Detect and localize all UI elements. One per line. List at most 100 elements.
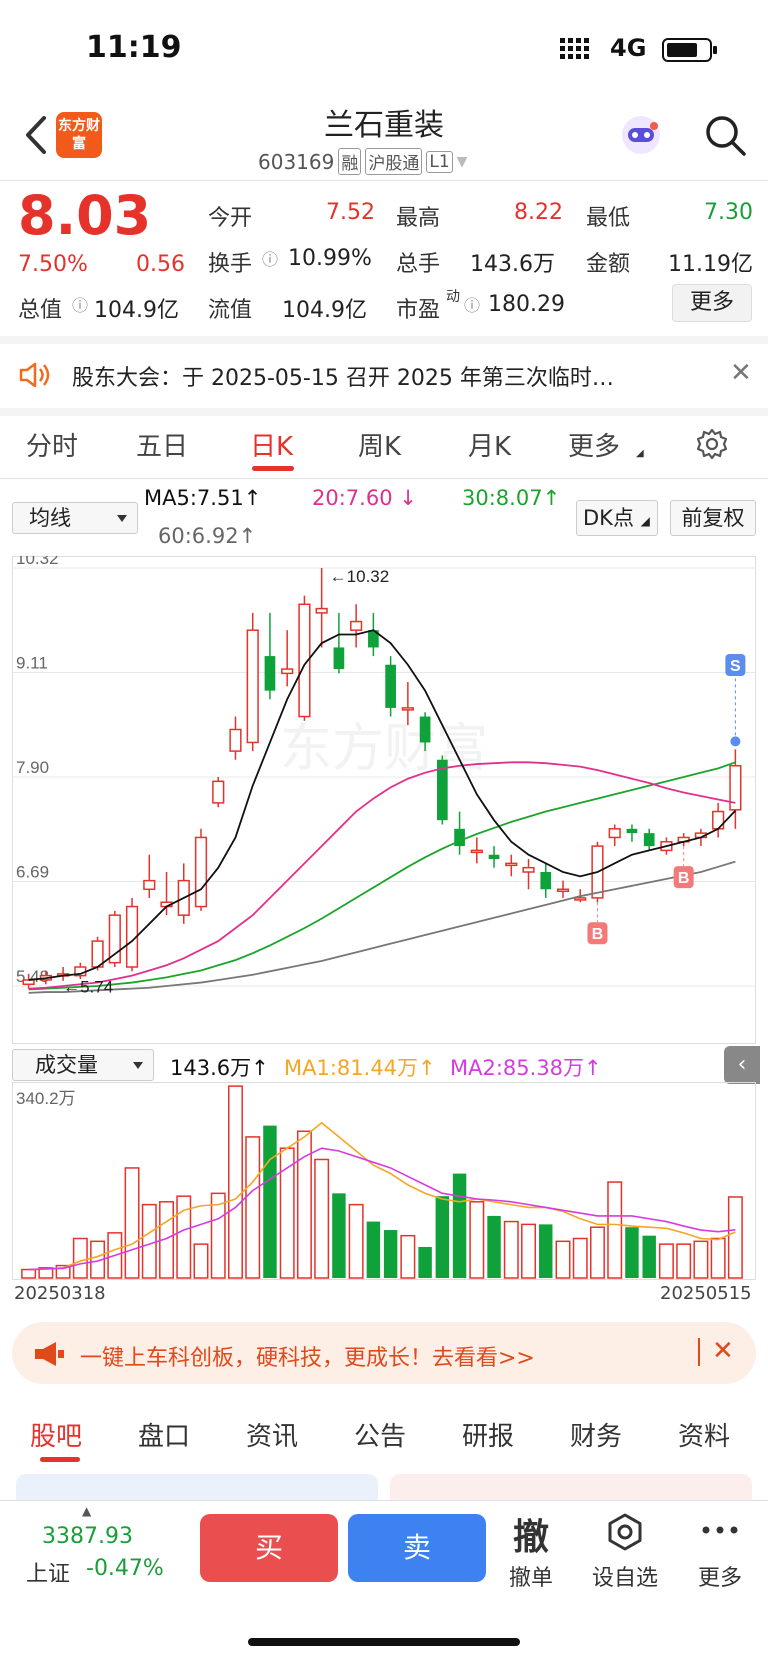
stat-value: 143.6万 xyxy=(470,252,555,277)
signal-icon xyxy=(560,38,589,59)
vol-ma2-value: MA2:85.38万↑ xyxy=(450,1056,602,1080)
y-tick-label: 6.69 xyxy=(16,863,49,882)
cancel-order-label[interactable]: 撤单 xyxy=(486,1560,576,1592)
price-adjust-button[interactable]: 前复权 xyxy=(670,500,756,536)
caret-icon: ◢ xyxy=(636,448,644,459)
dk-points-button[interactable]: DK点 ◢ xyxy=(576,500,658,536)
y-tick-label: 10.32 xyxy=(16,556,59,568)
volume-bar xyxy=(124,1167,140,1279)
volume-bar xyxy=(452,1173,467,1278)
volume-bar xyxy=(572,1237,588,1279)
index-value[interactable]: 3387.93 xyxy=(42,1524,133,1549)
candle-body xyxy=(264,656,276,691)
change-amount: 0.56 xyxy=(136,252,185,277)
stock-code: 603169 xyxy=(258,149,335,174)
kline-chart[interactable]: 10.329.117.906.695.48东方财富←10.32←5.74SBB xyxy=(12,556,756,1044)
more-dots-icon[interactable] xyxy=(700,1520,740,1540)
more-label[interactable]: 更多 xyxy=(675,1560,765,1592)
volume-bar xyxy=(693,1240,709,1279)
volume-bar xyxy=(245,1136,261,1279)
add-watchlist-label[interactable]: 设自选 xyxy=(580,1560,670,1592)
candle-body xyxy=(385,664,396,708)
close-icon[interactable]: ✕ xyxy=(730,358,752,388)
tab-announcements[interactable]: 公告 xyxy=(354,1416,406,1453)
buy-button[interactable]: 买 xyxy=(200,1514,338,1582)
tab-profile[interactable]: 资料 xyxy=(678,1416,730,1453)
chevron-down-icon[interactable]: ▼ xyxy=(457,154,468,170)
active-section-indicator xyxy=(40,1457,80,1462)
tab-news[interactable]: 资讯 xyxy=(246,1416,298,1453)
volume-chart[interactable]: 340.2万 xyxy=(12,1082,756,1280)
promo-text[interactable]: 一键上车科创板，硬科技，更成长！去看看>> xyxy=(80,1340,535,1372)
low-annotation: ←5.74 xyxy=(63,978,113,997)
tab-research[interactable]: 研报 xyxy=(462,1416,514,1453)
notice-text[interactable]: 股东大会：于 2025-05-15 召开 2025 年第三次临时… xyxy=(72,360,614,392)
settings-gear-icon[interactable] xyxy=(694,426,730,462)
tab-more[interactable]: 更多 xyxy=(568,426,620,463)
ma-indicator-select[interactable]: 均线 xyxy=(12,502,138,534)
volume-bar xyxy=(314,1158,330,1279)
volume-indicator-select[interactable]: 成交量 xyxy=(12,1049,154,1081)
tag-level: L1 xyxy=(426,150,453,173)
more-stats-button[interactable]: 更多 xyxy=(672,284,752,322)
volume-bar xyxy=(727,1196,743,1279)
tab-daily[interactable]: 日K xyxy=(250,426,293,463)
tab-five-day[interactable]: 五日 xyxy=(136,426,188,463)
info-icon[interactable]: ⓘ xyxy=(464,292,480,316)
ma30-value: 30:8.07↑ xyxy=(462,486,561,510)
cancel-order-icon[interactable]: 撤 xyxy=(486,1508,576,1560)
candle-body xyxy=(419,716,431,743)
volume-bar xyxy=(607,1181,623,1279)
volume-bar xyxy=(141,1203,157,1279)
stat-label: 换手 xyxy=(208,252,253,277)
caret-up-icon[interactable]: ▲ xyxy=(82,1504,91,1518)
home-indicator xyxy=(248,1638,520,1646)
volume-bar xyxy=(296,1130,312,1279)
y-tick-label: 7.90 xyxy=(16,758,49,777)
info-icon[interactable]: ⓘ xyxy=(262,246,278,270)
stat-value: 8.22 xyxy=(514,200,563,225)
megaphone-icon xyxy=(35,1342,64,1366)
volume-bar xyxy=(210,1192,226,1279)
info-icon[interactable]: ⓘ xyxy=(72,292,88,316)
high-annotation: ←10.32 xyxy=(330,567,390,586)
volume-bar xyxy=(193,1243,209,1279)
volume-bar xyxy=(435,1196,450,1278)
promo-divider xyxy=(698,1338,700,1366)
candle-body xyxy=(143,879,156,891)
candle-body xyxy=(315,607,328,614)
search-icon[interactable] xyxy=(702,112,748,158)
tab-monthly[interactable]: 月K xyxy=(468,426,511,463)
candle-body xyxy=(643,833,655,847)
candle-body xyxy=(22,979,35,986)
vol-select-label: 成交量 xyxy=(35,1053,98,1077)
collapse-panel-button[interactable]: ‹ xyxy=(724,1046,760,1084)
volume-bar xyxy=(469,1201,485,1279)
volume-bar xyxy=(383,1230,398,1278)
stat-value: 7.30 xyxy=(704,200,753,225)
stat-label: 最低 xyxy=(586,206,631,231)
tab-weekly[interactable]: 周K xyxy=(358,426,401,463)
volume-bar xyxy=(676,1243,692,1279)
tab-financials[interactable]: 财务 xyxy=(570,1416,622,1453)
volume-bar xyxy=(263,1125,277,1278)
tab-forum[interactable]: 股吧 xyxy=(30,1416,82,1453)
tab-intraday[interactable]: 分时 xyxy=(26,426,78,463)
close-icon[interactable]: ✕ xyxy=(712,1336,734,1366)
add-watchlist-icon[interactable] xyxy=(605,1512,645,1552)
robot-assistant-icon[interactable] xyxy=(618,112,664,158)
candle-body xyxy=(229,728,242,752)
x-start-date: 20250318 xyxy=(14,1283,106,1304)
stat-value: 104.9亿 xyxy=(282,298,367,323)
volume-bar xyxy=(658,1243,674,1279)
volume-bar xyxy=(625,1227,639,1278)
candle-body xyxy=(194,836,208,908)
tab-order-book[interactable]: 盘口 xyxy=(138,1416,190,1453)
sell-button[interactable]: 卖 xyxy=(348,1514,486,1582)
candle-body xyxy=(212,780,225,804)
chart-frame xyxy=(12,556,756,1044)
volume-bar xyxy=(539,1224,553,1278)
speaker-icon xyxy=(19,362,50,388)
volume-bar xyxy=(710,1237,726,1279)
volume-bar xyxy=(332,1193,346,1278)
